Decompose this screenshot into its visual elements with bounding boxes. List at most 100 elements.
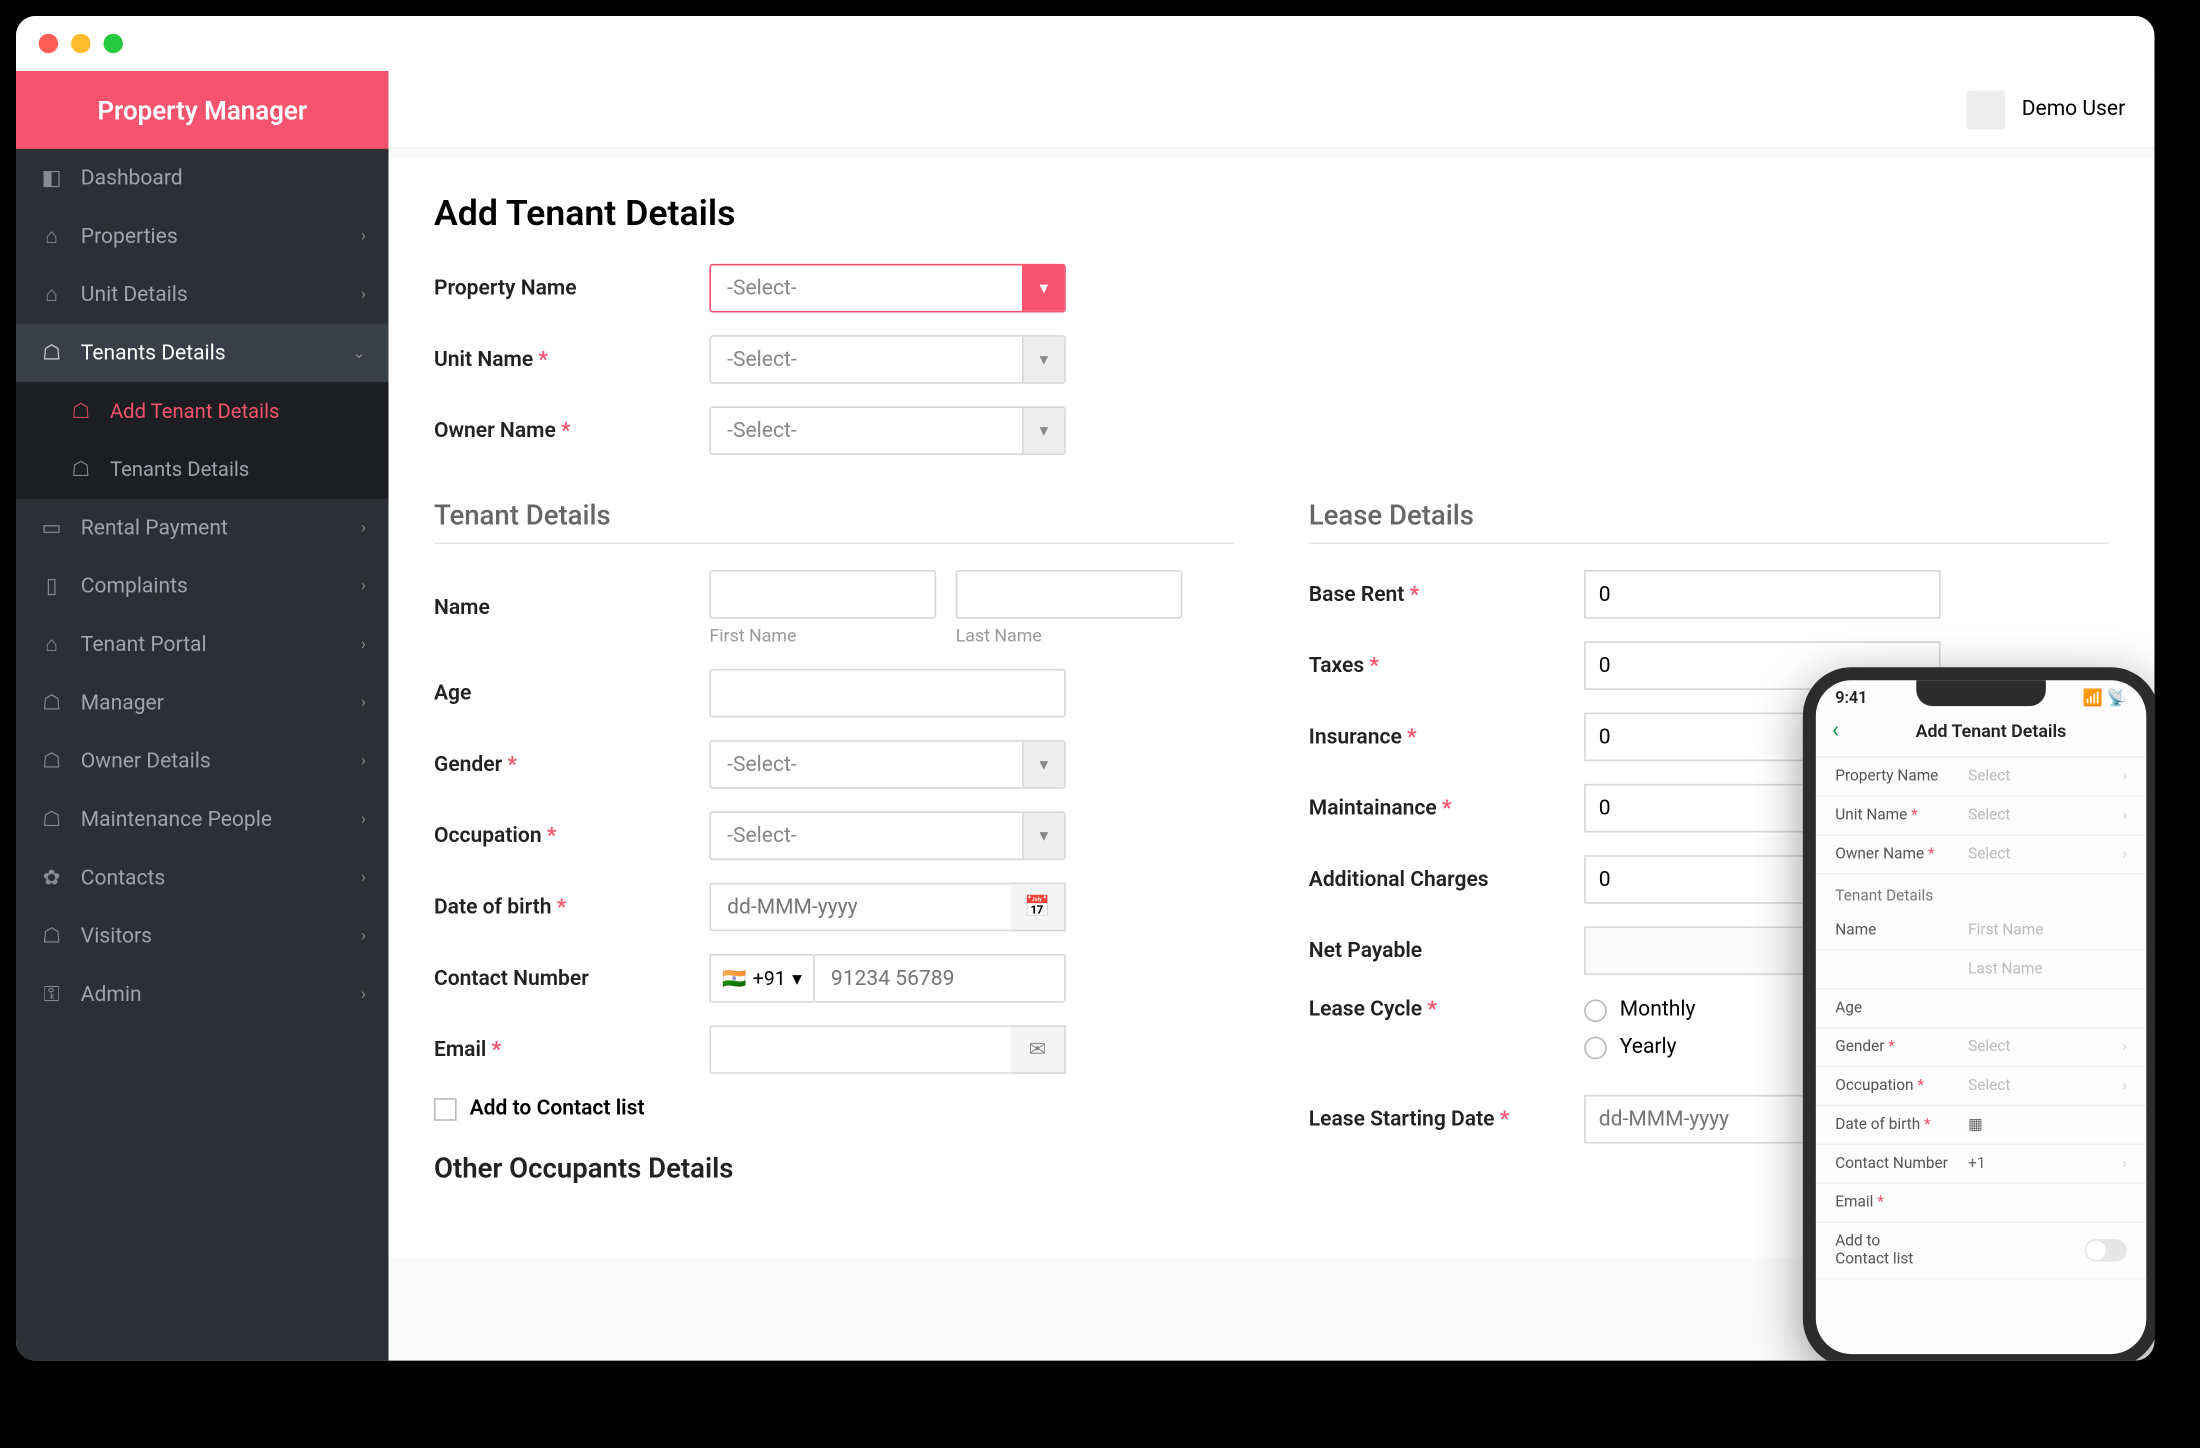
cycle-yearly-radio[interactable]: Yearly: [1584, 1035, 1695, 1059]
user-icon: ☖: [39, 340, 65, 366]
m-owner-row[interactable]: Owner NameSelect›: [1816, 836, 2146, 875]
brand: Property Manager: [16, 71, 389, 149]
sidebar-item-label: Unit Details: [81, 282, 188, 306]
app-window: Property Manager ◧Dashboard ⌂Properties›…: [16, 16, 2154, 1361]
card-icon: ▭: [39, 515, 65, 541]
sidebar-item-label: Complaints: [81, 574, 188, 598]
avatar[interactable]: [1967, 90, 2006, 129]
mobile-preview: 9:41📶 📡 ‹ Add Tenant Details Property Na…: [1803, 667, 2155, 1360]
m-label: Unit Name: [1835, 807, 1968, 825]
sidebar-item-label: Visitors: [81, 924, 152, 948]
chevron-right-icon: ›: [361, 869, 366, 887]
person-icon: ☖: [39, 690, 65, 716]
sidebar-item-complaints[interactable]: ▯Complaints›: [16, 557, 389, 615]
m-lastname-row[interactable]: Last Name: [1816, 951, 2146, 990]
sidebar-item-label: Properties: [81, 224, 178, 248]
owner-name-select[interactable]: -Select-▼: [709, 406, 1065, 455]
m-unit-row[interactable]: Unit NameSelect›: [1816, 797, 2146, 836]
sidebar-item-label: Contacts: [81, 866, 165, 890]
close-dot[interactable]: [39, 34, 58, 53]
sidebar-item-rental-payment[interactable]: ▭Rental Payment›: [16, 499, 389, 557]
chevron-right-icon: ›: [2122, 768, 2126, 784]
chevron-right-icon: ›: [361, 927, 366, 945]
m-label: Email: [1835, 1194, 1968, 1212]
sidebar-item-unit-details[interactable]: ⌂Unit Details›: [16, 265, 389, 323]
min-dot[interactable]: [71, 34, 90, 53]
age-input[interactable]: [709, 669, 1065, 718]
radio-label: Yearly: [1620, 1035, 1677, 1059]
sidebar-item-tenants-details[interactable]: ☖Tenants Details⌄: [16, 324, 389, 382]
back-icon[interactable]: ‹: [1832, 717, 1839, 743]
chevron-right-icon: ›: [361, 519, 366, 537]
last-name-hint: Last Name: [956, 625, 1183, 646]
wrench-icon: ☖: [39, 807, 65, 833]
m-occupation-row[interactable]: OccupationSelect›: [1816, 1067, 2146, 1106]
lease-section-heading: Lease Details: [1309, 500, 2109, 544]
net-label: Net Payable: [1309, 939, 1584, 963]
lease-cycle-label: Lease Cycle: [1309, 998, 1584, 1022]
chevron-down-icon: ▼: [1022, 408, 1064, 453]
m-gender-row[interactable]: GenderSelect›: [1816, 1029, 2146, 1068]
property-name-select[interactable]: -Select-▼: [709, 264, 1065, 313]
user-name[interactable]: Demo User: [2022, 97, 2126, 121]
chevron-right-icon: ›: [2122, 1039, 2126, 1055]
email-input[interactable]: [709, 1025, 1010, 1074]
m-contact-row[interactable]: Contact Number+1›: [1816, 1145, 2146, 1184]
m-property-row[interactable]: Property NameSelect›: [1816, 758, 2146, 797]
m-tenant-section: Tenant Details: [1816, 875, 2146, 912]
m-label: Add to Contact list: [1835, 1233, 1932, 1269]
max-dot[interactable]: [103, 34, 122, 53]
sidebar-item-dashboard[interactable]: ◧Dashboard: [16, 149, 389, 207]
sidebar-item-admin[interactable]: ⚿Admin›: [16, 965, 389, 1023]
checkbox-label: Add to Contact list: [470, 1097, 645, 1121]
country-code-select[interactable]: 🇮🇳 +91 ▾: [709, 954, 813, 1003]
sidebar-sub-tenants-details[interactable]: ☖Tenants Details: [16, 440, 389, 498]
m-value: Select: [1968, 1038, 2122, 1056]
m-email-row[interactable]: Email: [1816, 1184, 2146, 1223]
m-label: Gender: [1835, 1038, 1968, 1056]
m-name-row[interactable]: NameFirst Name: [1816, 912, 2146, 951]
base-rent-input[interactable]: [1584, 570, 1940, 619]
chevron-down-icon: ▼: [1022, 265, 1064, 310]
dashboard-icon: ◧: [39, 165, 65, 191]
sidebar-item-owner-details[interactable]: ☖Owner Details›: [16, 732, 389, 790]
m-value: Select: [1968, 845, 2122, 863]
sidebar-item-label: Add Tenant Details: [110, 399, 280, 423]
sidebar-item-contacts[interactable]: ✿Contacts›: [16, 849, 389, 907]
occupation-select[interactable]: -Select-▼: [709, 811, 1065, 860]
sidebar-item-maintenance[interactable]: ☖Maintenance People›: [16, 790, 389, 848]
last-name-input[interactable]: [956, 570, 1183, 619]
chevron-right-icon: ›: [361, 636, 366, 654]
calendar-icon[interactable]: 📅: [1011, 883, 1066, 932]
contact-input[interactable]: [813, 954, 1066, 1003]
m-age-row[interactable]: Age: [1816, 990, 2146, 1029]
user-plus-icon: ☖: [68, 398, 94, 424]
m-value: Last Name: [1968, 960, 2127, 978]
chevron-right-icon: ›: [361, 694, 366, 712]
taxes-label: Taxes: [1309, 653, 1584, 677]
toggle-icon[interactable]: [2085, 1239, 2127, 1262]
sidebar-item-properties[interactable]: ⌂Properties›: [16, 207, 389, 265]
m-dob-row[interactable]: Date of birth▦: [1816, 1106, 2146, 1145]
sidebar-item-visitors[interactable]: ☖Visitors›: [16, 907, 389, 965]
chevron-down-icon: ▼: [1022, 742, 1064, 787]
cycle-monthly-radio[interactable]: Monthly: [1584, 998, 1695, 1022]
sidebar-item-manager[interactable]: ☖ Manager ›: [16, 674, 389, 732]
add-to-contact-checkbox[interactable]: Add to Contact list: [434, 1097, 645, 1121]
age-label: Age: [434, 681, 709, 705]
home-icon: ⌂: [39, 282, 65, 308]
m-add-contact-row[interactable]: Add to Contact list: [1816, 1223, 2146, 1280]
first-name-input[interactable]: [709, 570, 936, 619]
sidebar-item-label: Admin: [81, 982, 142, 1006]
select-value: -Select-: [727, 752, 797, 776]
sidebar-item-label: Tenants Details: [110, 457, 249, 481]
chevron-down-icon: ▼: [1022, 337, 1064, 382]
dob-input[interactable]: [709, 883, 1010, 932]
sidebar-item-label: Manager: [81, 691, 164, 715]
gender-select[interactable]: -Select- ▼: [709, 740, 1065, 789]
radio-icon: [1584, 1036, 1607, 1059]
sidebar-item-tenant-portal[interactable]: ⌂Tenant Portal›: [16, 615, 389, 673]
unit-name-select[interactable]: -Select-▼: [709, 335, 1065, 384]
m-label: Owner Name: [1835, 845, 1968, 863]
sidebar-sub-add-tenant[interactable]: ☖ Add Tenant Details: [16, 382, 389, 440]
